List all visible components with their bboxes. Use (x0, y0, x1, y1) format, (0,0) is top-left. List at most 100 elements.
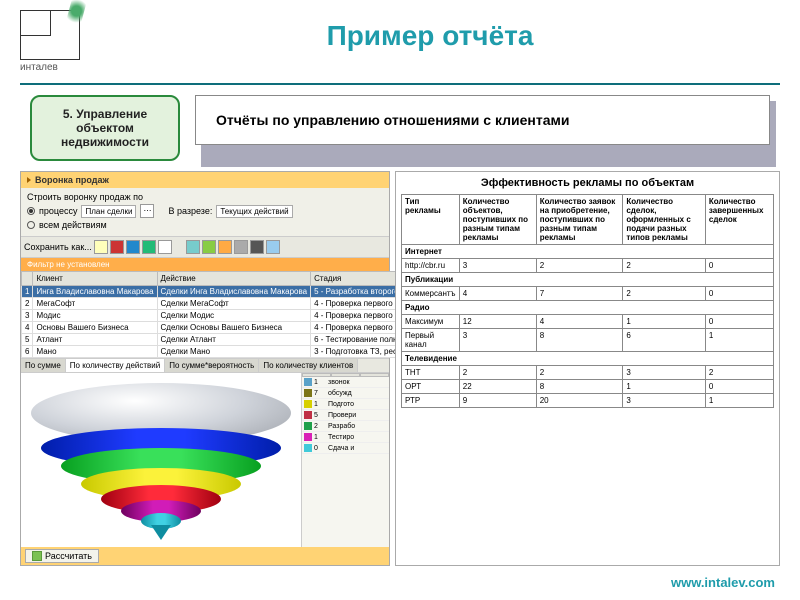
split-select[interactable]: Текущих действий (216, 205, 292, 218)
grid-col[interactable]: Клиент (33, 272, 157, 286)
calc-button[interactable]: Рассчитать (25, 549, 99, 563)
radio-all[interactable] (27, 221, 35, 229)
eff-cell: 1 (705, 329, 773, 352)
tab[interactable]: По сумме (21, 359, 66, 372)
eff-category-label: Публикации (402, 273, 774, 287)
cell: МегаСофт (33, 298, 157, 310)
tool-icon-4[interactable] (250, 240, 264, 254)
header: инталев Пример отчёта (0, 0, 800, 78)
legend-row[interactable]: 1Тестиро (302, 432, 389, 443)
eff-cell: 8 (536, 329, 623, 352)
grid-col[interactable]: Действие (157, 272, 311, 286)
legend-row[interactable]: 1Подгото (302, 399, 389, 410)
eff-cell: 3 (623, 366, 706, 380)
cell: Сделки Модис (157, 310, 311, 322)
tool-icon-1[interactable] (186, 240, 200, 254)
save-icon[interactable] (94, 240, 108, 254)
calc-icon (32, 551, 42, 561)
page-title: Пример отчёта (80, 20, 780, 52)
legend: 1звонок7обсужд1Подгото5Провери2Разрабо1Т… (301, 373, 389, 547)
tool-icon-3[interactable] (218, 240, 232, 254)
legend-label: обсужд (328, 390, 352, 397)
table-row[interactable]: 4Основы Вашего БизнесаСделки Основы Ваше… (22, 322, 445, 334)
filter-bar[interactable]: Фильтр не установлен (21, 258, 389, 271)
cell: Сделки МегаСофт (157, 298, 311, 310)
table-row[interactable]: 6МаноСделки Мано3 - Подготовка ТЗ, ресур… (22, 346, 445, 358)
radio-process-label: процессу (39, 206, 77, 216)
legend-row[interactable]: 1звонок (302, 377, 389, 388)
funnel-chart (21, 373, 301, 547)
legend-label: Тестиро (328, 434, 354, 441)
table-row[interactable]: 2МегаСофтСделки МегаСофт4 - Проверка пер… (22, 298, 445, 310)
collapse-icon (27, 177, 31, 183)
table-row[interactable]: 3МодисСделки Модис4 - Проверка первого п… (22, 310, 445, 322)
radio-all-label: всем действиям (39, 220, 107, 230)
chart-tabs: По суммеПо количеству действийПо сумме*в… (21, 358, 389, 372)
funnel-pane-title: Воронка продаж (35, 175, 109, 185)
doc-icon[interactable] (126, 240, 140, 254)
cell: Сделки Основы Вашего Бизнеса (157, 322, 311, 334)
lookup-icon[interactable]: ⋯ (140, 204, 154, 218)
legend-count: 1 (314, 379, 326, 386)
cell: Мано (33, 346, 157, 358)
eff-row: Максимум12410 (402, 315, 774, 329)
radio-process[interactable] (27, 207, 35, 215)
effectiveness-report: Эффективность рекламы по объектам Тип ре… (395, 171, 780, 566)
eff-cell: 9 (459, 394, 536, 408)
pdf-icon[interactable] (110, 240, 124, 254)
eff-cell: 20 (536, 394, 623, 408)
save-as-label[interactable]: Сохранить как... (24, 242, 92, 252)
legend-row[interactable]: 2Разрабо (302, 421, 389, 432)
tab[interactable]: По количеству клиентов (259, 359, 358, 372)
table-row[interactable]: 1Инга Владиславовна МакароваСделки Инга … (22, 286, 445, 298)
deals-grid[interactable]: КлиентДействиеСтадия 1Инга Владиславовна… (21, 271, 445, 358)
eff-category-label: Телевидение (402, 352, 774, 366)
txt-icon[interactable] (158, 240, 172, 254)
tool-icon-5[interactable] (266, 240, 280, 254)
tab[interactable]: По количеству действий (66, 359, 165, 372)
builder-panel: Строить воронку продаж по процессу План … (21, 188, 389, 237)
split-label: В разрезе: (168, 206, 212, 216)
cell: 5 (22, 334, 33, 346)
print-icon[interactable] (234, 240, 248, 254)
grid-col[interactable] (22, 272, 33, 286)
eff-cell: 2 (536, 259, 623, 273)
eff-col: Количество сделок, оформленных с подачи … (623, 195, 706, 245)
calc-button-label: Рассчитать (45, 551, 92, 561)
legend-header (302, 373, 389, 377)
tool-icon-2[interactable] (202, 240, 216, 254)
eff-row: ТНТ2232 (402, 366, 774, 380)
eff-cell: 1 (623, 380, 706, 394)
eff-col: Количество заявок на приобретение, посту… (536, 195, 623, 245)
swatch (304, 389, 312, 397)
swatch (304, 422, 312, 430)
eff-cell: 2 (623, 287, 706, 301)
eff-row: http://cbr.ru3220 (402, 259, 774, 273)
eff-cell: ТНТ (402, 366, 460, 380)
legend-count: 5 (314, 412, 326, 419)
legend-row[interactable]: 7обсужд (302, 388, 389, 399)
tab[interactable]: По сумме*вероятность (165, 359, 259, 372)
legend-label: Сдача и (328, 445, 354, 452)
cell: 4 (22, 322, 33, 334)
legend-count: 2 (314, 423, 326, 430)
process-select[interactable]: План сделки (81, 205, 136, 218)
swatch (304, 433, 312, 441)
xls-icon[interactable] (142, 240, 156, 254)
table-row[interactable]: 5АтлантСделки Атлант6 - Тестирование пол… (22, 334, 445, 346)
logo-text: инталев (20, 62, 80, 73)
eff-cell: 0 (705, 380, 773, 394)
funnel-pane-header[interactable]: Воронка продаж (21, 172, 389, 188)
legend-label: Подгото (328, 401, 354, 408)
eff-cell: Первый канал (402, 329, 460, 352)
subtitle-card: Отчёты по управлению отношениями с клиен… (195, 95, 770, 161)
legend-row[interactable]: 0Сдача и (302, 443, 389, 454)
legend-col-n (331, 373, 360, 377)
eff-col: Тип рекламы (402, 195, 460, 245)
legend-row[interactable]: 5Провери (302, 410, 389, 421)
cell: Основы Вашего Бизнеса (33, 322, 157, 334)
eff-cell: 8 (536, 380, 623, 394)
eff-category: Телевидение (402, 352, 774, 366)
legend-label: Разрабо (328, 423, 355, 430)
eff-cell: 1 (623, 315, 706, 329)
